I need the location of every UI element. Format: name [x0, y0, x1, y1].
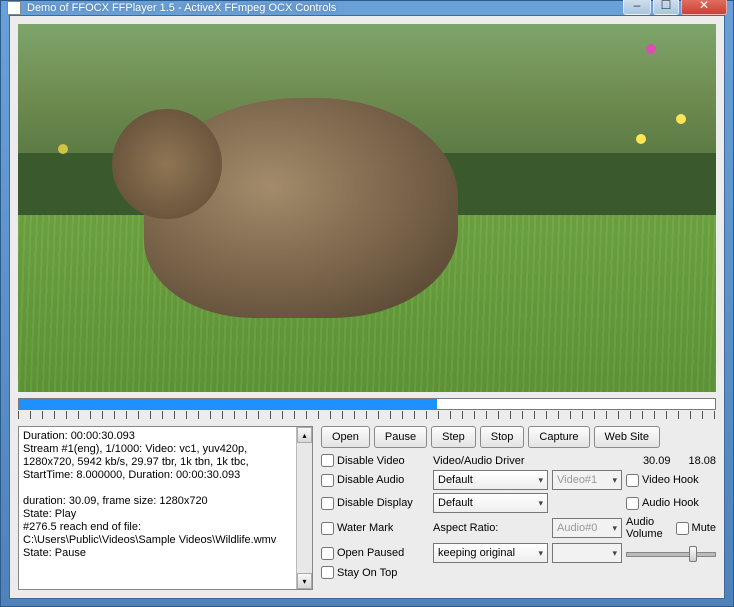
scroll-down-icon[interactable]: ▾ [297, 573, 312, 589]
total-time: 30.09 [643, 455, 671, 467]
minimize-button[interactable]: – [623, 0, 651, 15]
app-window: Demo of FFOCX FFPlayer 1.5 - ActiveX FFm… [0, 0, 734, 607]
log-scrollbar[interactable]: ▴ ▾ [296, 427, 312, 589]
app-icon [7, 1, 21, 15]
log-text: Duration: 00:00:30.093 Stream #1(eng), 1… [23, 430, 276, 559]
video-stream-select[interactable]: Video#1 [552, 470, 622, 490]
video-hook-checkbox[interactable]: Video Hook [626, 474, 716, 487]
audio-stream-select[interactable]: Audio#0 [552, 518, 622, 538]
aspect-select[interactable]: keeping original [433, 543, 548, 563]
volume-slider[interactable] [626, 544, 716, 562]
video-driver-select[interactable]: Default [433, 470, 548, 490]
current-time: 18.08 [688, 455, 716, 467]
scroll-up-icon[interactable]: ▴ [297, 427, 312, 443]
log-output[interactable]: Duration: 00:00:30.093 Stream #1(eng), 1… [18, 426, 313, 590]
disable-display-checkbox[interactable]: Disable Display [321, 497, 429, 510]
client-area: Duration: 00:00:30.093 Stream #1(eng), 1… [9, 15, 725, 599]
step-button[interactable]: Step [431, 426, 476, 448]
open-paused-checkbox[interactable]: Open Paused [321, 547, 429, 560]
driver-label: Video/Audio Driver [433, 455, 548, 467]
window-title: Demo of FFOCX FFPlayer 1.5 - ActiveX FFm… [27, 2, 623, 14]
disable-audio-checkbox[interactable]: Disable Audio [321, 474, 429, 487]
stop-button[interactable]: Stop [480, 426, 525, 448]
water-mark-checkbox[interactable]: Water Mark [321, 522, 429, 535]
seek-bar[interactable] [18, 398, 716, 420]
capture-button[interactable]: Capture [528, 426, 589, 448]
audio-driver-select[interactable]: Default [433, 493, 548, 513]
pause-button[interactable]: Pause [374, 426, 427, 448]
maximize-button[interactable]: ☐ [653, 0, 679, 15]
aspect-label: Aspect Ratio: [433, 522, 548, 534]
video-display[interactable] [18, 24, 716, 392]
disable-video-checkbox[interactable]: Disable Video [321, 454, 429, 467]
audio-hook-checkbox[interactable]: Audio Hook [626, 497, 716, 510]
close-button[interactable]: ✕ [681, 0, 727, 15]
titlebar[interactable]: Demo of FFOCX FFPlayer 1.5 - ActiveX FFm… [1, 1, 733, 15]
stay-on-top-checkbox[interactable]: Stay On Top [321, 566, 429, 579]
website-button[interactable]: Web Site [594, 426, 660, 448]
volume-label: Audio Volume [626, 516, 672, 540]
mute-checkbox[interactable]: Mute [676, 522, 716, 535]
open-button[interactable]: Open [321, 426, 370, 448]
controls-panel: Open Pause Step Stop Capture Web Site Di… [321, 426, 716, 590]
extra-select[interactable] [552, 543, 622, 563]
